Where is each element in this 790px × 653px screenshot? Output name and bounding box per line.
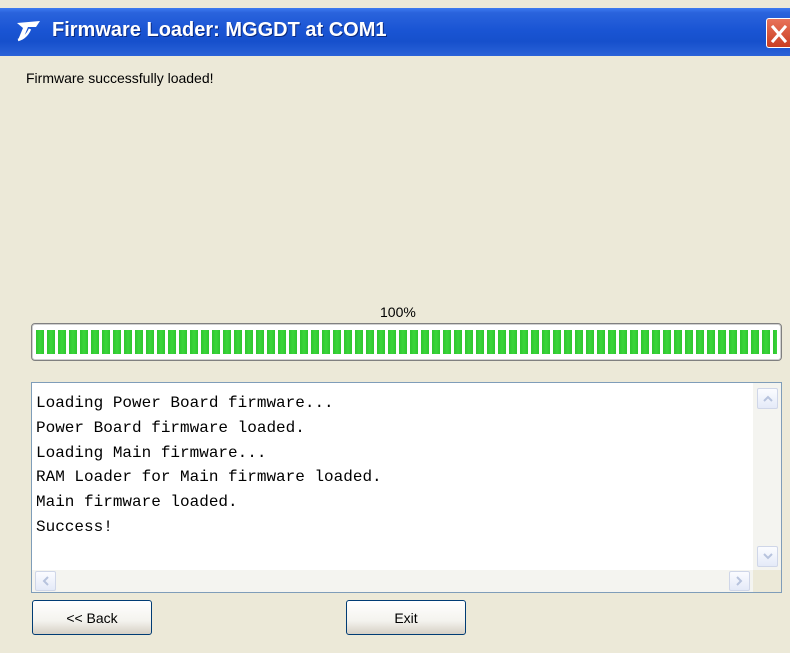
scroll-down-button[interactable] bbox=[757, 546, 778, 567]
exit-button[interactable]: Exit bbox=[346, 600, 466, 635]
log-line: RAM Loader for Main firmware loaded. bbox=[36, 468, 382, 487]
scroll-right-button[interactable] bbox=[729, 571, 750, 591]
progress-bar bbox=[31, 323, 782, 361]
chevron-left-icon bbox=[42, 576, 49, 586]
scrollbar-corner bbox=[753, 570, 781, 592]
chevron-right-icon bbox=[736, 576, 743, 586]
log-line: Main firmware loaded. bbox=[36, 493, 238, 512]
log-line: Success! bbox=[36, 517, 113, 536]
log-line: Loading Main firmware... bbox=[36, 443, 267, 462]
log-lines: Loading Power Board firmware... Power Boa… bbox=[36, 391, 382, 540]
status-message: Firmware successfully loaded! bbox=[26, 70, 214, 86]
progress-bar-fill bbox=[36, 330, 777, 354]
scroll-left-button[interactable] bbox=[35, 571, 56, 591]
close-button[interactable] bbox=[766, 18, 790, 48]
scroll-up-button[interactable] bbox=[757, 388, 778, 409]
back-button[interactable]: << Back bbox=[32, 600, 152, 635]
vertical-scrollbar[interactable] bbox=[753, 383, 781, 570]
log-output-box[interactable]: Loading Power Board firmware... Power Boa… bbox=[31, 382, 782, 593]
app-logo-icon bbox=[14, 18, 44, 44]
horizontal-scrollbar[interactable] bbox=[32, 570, 753, 592]
log-line: Power Board firmware loaded. bbox=[36, 418, 305, 437]
close-icon bbox=[769, 24, 789, 48]
progress-percent-label: 100% bbox=[380, 304, 416, 320]
title-bar[interactable]: Firmware Loader: MGGDT at COM1 bbox=[0, 8, 790, 56]
firmware-loader-window: Firmware Loader: MGGDT at COM1 Firmware … bbox=[0, 0, 790, 653]
window-title: Firmware Loader: MGGDT at COM1 bbox=[52, 19, 387, 41]
log-line: Loading Power Board firmware... bbox=[36, 394, 334, 412]
chevron-down-icon bbox=[762, 553, 773, 560]
chevron-up-icon bbox=[762, 395, 773, 402]
